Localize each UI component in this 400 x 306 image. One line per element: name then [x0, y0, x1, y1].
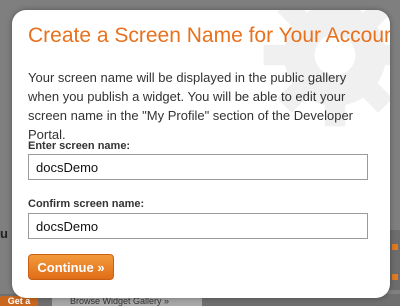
confirm-screen-name-input[interactable] — [28, 213, 368, 239]
screen-name-dialog: Create a Screen Name for Your Account Yo… — [12, 10, 390, 298]
continue-button[interactable]: Continue » — [28, 254, 114, 280]
background-partial-text: u — [0, 226, 8, 241]
side-tab-marker — [392, 244, 398, 250]
dialog-description: Your screen name will be displayed in th… — [28, 70, 353, 142]
side-tab-marker — [392, 274, 398, 280]
dialog-title: Create a Screen Name for Your Account — [28, 24, 390, 47]
screen-name-label: Enter screen name: — [28, 140, 131, 152]
screen-name-input[interactable] — [28, 154, 368, 180]
confirm-screen-name-label: Confirm screen name: — [28, 198, 145, 210]
